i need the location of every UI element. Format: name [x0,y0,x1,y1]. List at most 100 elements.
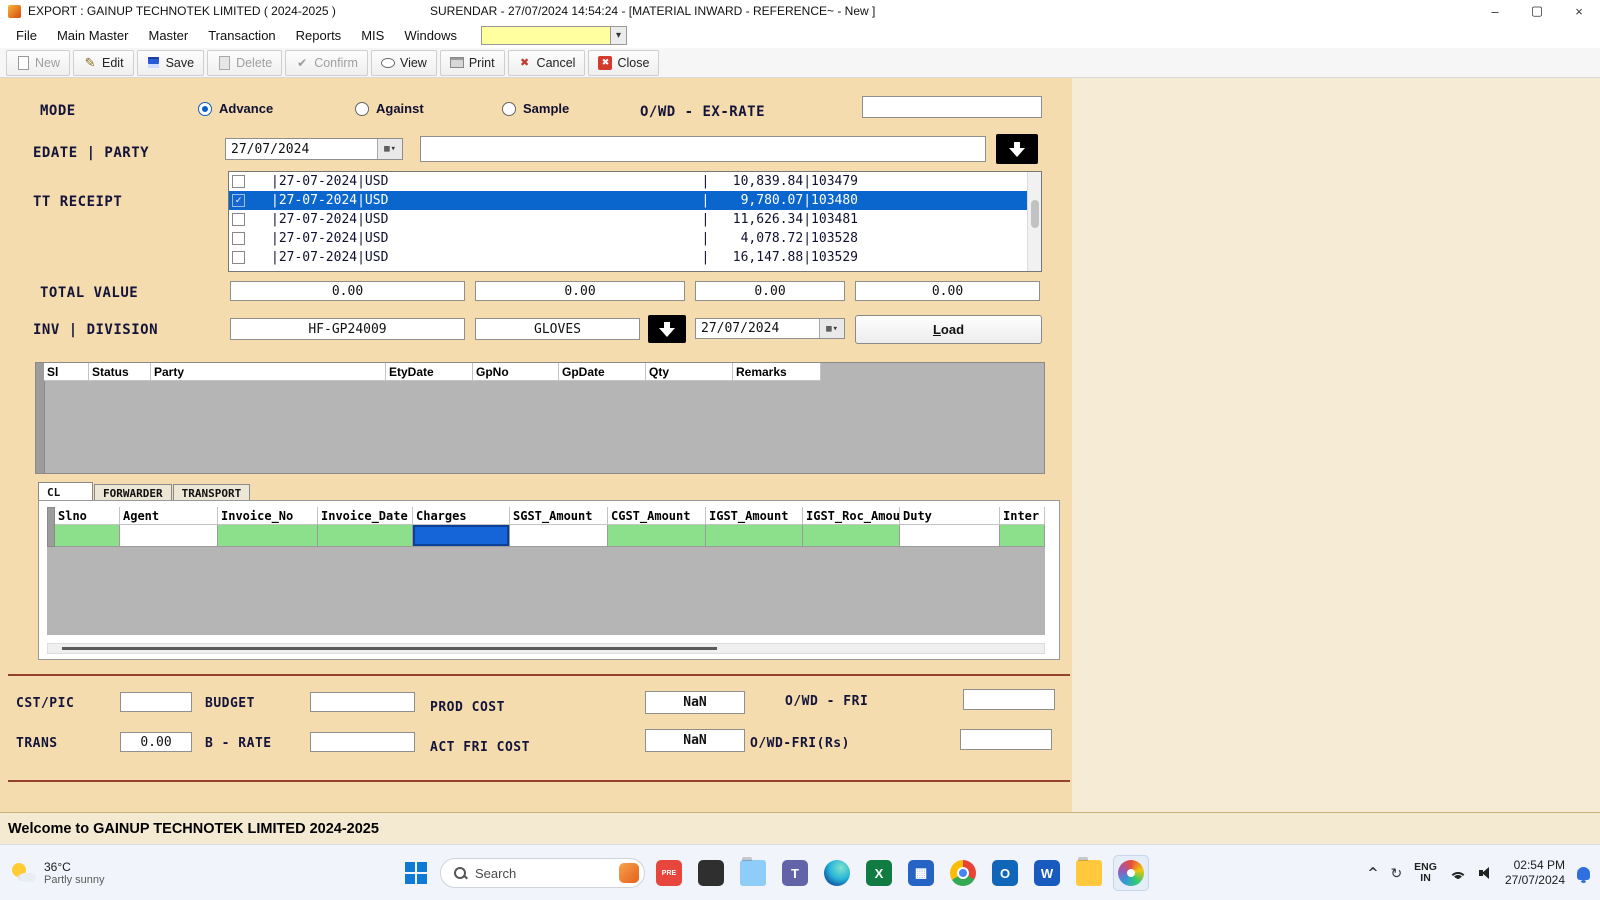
trans-input[interactable]: 0.00 [120,732,192,752]
new-button[interactable]: New [6,50,70,76]
tt-receipt-row[interactable]: ✓|27-07-2024|USD | 9,780.07|103480 [229,191,1041,210]
taskbar-word-icon[interactable]: W [1029,855,1065,891]
radio-advance-icon[interactable] [198,102,212,116]
edate-input[interactable]: 27/07/2024 ▦ ▾ [225,138,403,160]
taskbar-folder-icon[interactable] [1071,855,1107,891]
tt-receipt-row[interactable]: |27-07-2024|USD | 10,839.84|103479 [229,172,1041,191]
party-input[interactable] [420,136,986,162]
radio-against[interactable]: Against [355,101,424,116]
charges-grid-hscrollbar[interactable] [47,643,1045,654]
owd-fri-input[interactable] [963,689,1055,710]
grid2-cell-igst_amount[interactable] [706,525,803,547]
total-value-field[interactable]: 0.00 [855,281,1040,301]
grid2-cell-duty[interactable] [900,525,1000,547]
taskbar-pre-app-icon[interactable]: PRE [651,855,687,891]
radio-against-icon[interactable] [355,102,369,116]
division-input[interactable]: GLOVES [475,318,640,340]
tt-receipt-row[interactable]: |27-07-2024|USD | 16,147.88|103529 [229,248,1041,267]
notification-bell-icon[interactable] [1577,867,1590,880]
cst-pic-input[interactable] [120,692,192,712]
language-indicator[interactable]: ENG IN [1414,862,1437,884]
menu-item-file[interactable]: File [6,25,47,46]
taskbar-file-explorer-icon[interactable] [735,855,771,891]
combo-value[interactable] [481,26,611,45]
taskbar-sheet-app-icon[interactable]: ▦ [903,855,939,891]
scrollbar-thumb[interactable] [1031,200,1039,228]
grid2-cell-inter[interactable] [1000,525,1045,547]
total-value-field[interactable]: 0.00 [475,281,685,301]
menu-item-main-master[interactable]: Main Master [47,25,139,46]
taskbar-search[interactable]: Search [440,858,645,888]
grid2-cell-invoice_no[interactable] [218,525,318,547]
print-button[interactable]: Print [440,50,505,76]
radio-sample-icon[interactable] [502,102,516,116]
grid2-cell-invoice_date[interactable] [318,525,413,547]
row-checkbox[interactable] [232,213,245,226]
maximize-button[interactable]: ▢ [1516,0,1558,22]
menu-item-reports[interactable]: Reports [286,25,352,46]
volume-icon[interactable] [1479,867,1493,879]
edate-calendar-button[interactable]: ▦ ▾ [377,139,402,159]
tt-receipt-row[interactable]: |27-07-2024|USD | 4,078.72|103528 [229,229,1041,248]
taskbar-teams-icon[interactable]: T [777,855,813,891]
taskbar-edge-icon[interactable] [819,855,855,891]
sync-icon[interactable]: ↻ [1390,865,1402,882]
save-button[interactable]: Save [137,50,205,76]
grid2-cell-agent[interactable] [120,525,218,547]
grid2-cell-cgst_amount[interactable] [608,525,706,547]
menu-item-transaction[interactable]: Transaction [198,25,285,46]
close-button[interactable]: Close [588,50,659,76]
row-checkbox[interactable]: ✓ [232,194,245,207]
tt-list-scrollbar[interactable] [1027,172,1041,271]
wifi-icon[interactable] [1449,867,1467,880]
menu-combobox[interactable]: ▾ [481,26,627,45]
combo-dropdown-icon[interactable]: ▾ [611,26,627,45]
view-button[interactable]: View [371,50,437,76]
radio-sample[interactable]: Sample [502,101,569,116]
menu-item-master[interactable]: Master [138,25,198,46]
total-value-field[interactable]: 0.00 [230,281,465,301]
total-value-field[interactable]: 0.00 [695,281,845,301]
taskbar-outlook-icon[interactable]: O [987,855,1023,891]
act-fri-cost-field[interactable]: NaN [645,729,745,752]
edit-button[interactable]: Edit [73,50,134,76]
inv-load-arrow-button[interactable] [648,315,686,343]
delete-button[interactable]: Delete [207,50,282,76]
menu-item-mis[interactable]: MIS [351,25,394,46]
budget-input[interactable] [310,692,415,712]
grid2-cell-charges[interactable] [413,525,510,547]
grid2-cell-slno[interactable] [55,525,120,547]
prod-cost-field[interactable]: NaN [645,691,745,714]
minimize-button[interactable]: – [1474,0,1516,22]
b-rate-input[interactable] [310,732,415,752]
invoice-input[interactable]: HF-GP24009 [230,318,465,340]
taskbar-chrome-icon[interactable] [945,855,981,891]
exrate-input[interactable] [862,96,1042,118]
radio-advance[interactable]: Advance [198,101,273,116]
inv-date-input[interactable]: 27/07/2024 ▦ ▾ [695,318,845,339]
row-checkbox[interactable] [232,251,245,264]
tray-chevron-icon[interactable]: ^ [1368,866,1379,881]
row-checkbox[interactable] [232,175,245,188]
taskbar-photos-icon[interactable] [1113,855,1149,891]
close-window-button[interactable]: × [1558,0,1600,22]
scrollbar-thumb[interactable] [62,647,717,650]
tab-cl[interactable]: CL [38,482,93,502]
start-button[interactable] [398,855,434,891]
material-grid[interactable]: SlStatusPartyEtyDateGpNoGpDateQtyRemarks [35,362,1045,474]
party-load-arrow-button[interactable] [996,134,1038,164]
menu-item-windows[interactable]: Windows [394,25,467,46]
owd-fri-rs-input[interactable] [960,729,1052,750]
load-button[interactable]: Load [855,315,1042,344]
clock[interactable]: 02:54 PM 27/07/2024 [1505,858,1565,888]
confirm-button[interactable]: Confirm [285,50,368,76]
tt-receipt-row[interactable]: |27-07-2024|USD | 11,626.34|103481 [229,210,1041,229]
grid2-cell-sgst_amount[interactable] [510,525,608,547]
taskbar-screen-share-icon[interactable] [693,855,729,891]
taskbar-excel-icon[interactable]: X [861,855,897,891]
inv-date-calendar-button[interactable]: ▦ ▾ [819,319,844,338]
weather-widget[interactable]: 36°C Partly sunny [10,860,105,886]
row-checkbox[interactable] [232,232,245,245]
cancel-button[interactable]: Cancel [508,50,586,76]
grid2-cell-igst_roc_amou[interactable] [803,525,900,547]
